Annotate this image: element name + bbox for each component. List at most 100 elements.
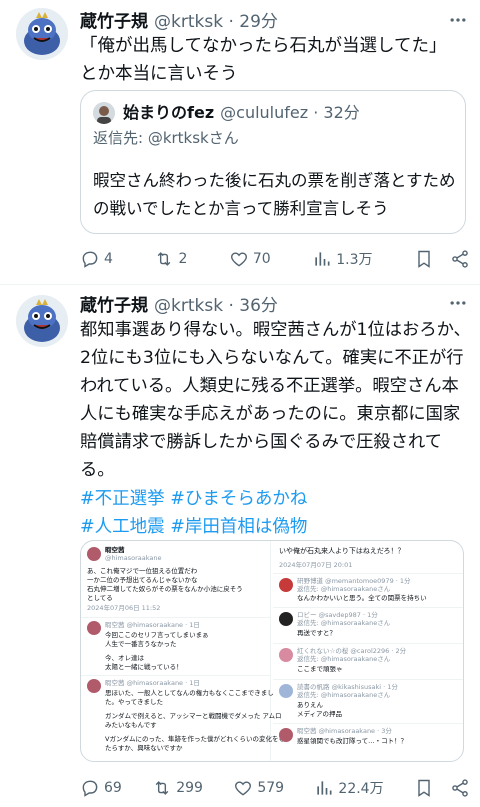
retweet-count: 299	[176, 780, 203, 796]
quote-author-name: 始まりのfez	[123, 103, 215, 122]
monster-avatar-icon	[16, 295, 68, 347]
analytics-icon	[317, 781, 332, 795]
author-avatar[interactable]	[16, 8, 68, 60]
share-icon	[452, 250, 468, 268]
avatar-icon	[93, 102, 115, 124]
divider	[273, 723, 463, 724]
reply-button[interactable]: 4	[80, 249, 113, 269]
divider	[273, 607, 463, 608]
retweet-icon	[158, 252, 171, 266]
media-reply-text: ありえん メディアの押品	[297, 701, 343, 718]
tweet-header: 蔵竹子規 @krtksk · 36分	[80, 290, 278, 316]
media-reply-to: 返信先: @himasoraakaneさん	[297, 585, 391, 593]
like-count: 70	[252, 251, 271, 267]
share-button[interactable]	[450, 778, 470, 798]
quote-header: 始まりのfez @cululufez · 32分	[123, 99, 360, 123]
media-post-text: あ、これ俺マジで一位狙える位置だわ 一か二位の予想出てるんじゃないかな 石丸伸二…	[87, 567, 243, 602]
hashtags-line-2[interactable]: #人工地震 #岸田首相は偽物	[80, 513, 472, 541]
quote-reply-to: 返信先: @krtkskさん	[93, 129, 239, 147]
media-right-date: 2024年07月07日 20:01	[279, 561, 353, 569]
more-options-button[interactable]	[446, 8, 470, 32]
attached-image[interactable]: 暇空茜 @himasoraakane あ、これ俺マジで一位狙える位置だわ 一か二…	[80, 540, 464, 762]
view-count: 1.3万	[336, 252, 373, 268]
share-icon	[452, 779, 468, 797]
avatar	[279, 612, 293, 626]
media-reply-to: 返信先: @himasoraakaneさん	[297, 691, 391, 699]
media-reply-text: 今、オレ達は 太陽と一緒に戦っている！	[105, 654, 183, 671]
divider	[273, 573, 463, 574]
reply-count: 4	[104, 251, 113, 267]
author-name[interactable]: 蔵竹子規	[80, 291, 148, 316]
avatar	[87, 621, 101, 635]
media-reply-text: 惑星領関でも改訂隊って…・コト！？	[297, 737, 408, 745]
share-button[interactable]	[450, 249, 470, 269]
author-handle[interactable]: @krtksk · 36分	[154, 291, 278, 316]
tweet-actions: 69 299 579 22.4万	[80, 776, 470, 800]
reply-icon	[82, 780, 98, 797]
retweet-icon	[155, 781, 169, 795]
like-button[interactable]: 579	[233, 778, 284, 798]
divider	[81, 675, 271, 676]
tweet-text: 都知事選あり得ない。暇空茜さんが1位はおろか、2位にも3位にも入らないなんて。確…	[80, 320, 471, 480]
media-reply-header: 暇空茜 @himasoraakane · 1日	[105, 621, 200, 629]
quote-text: 暇空さん終わった後に石丸の票を削ぎ落とすための戦いでしたとか言って勝利宣言しそう	[93, 171, 456, 218]
tweet-1[interactable]: 蔵竹子規 @krtksk · 29分 「俺が出馬してなかったら石丸が当選してた」…	[0, 0, 480, 290]
bookmark-button[interactable]	[414, 778, 434, 798]
view-count: 22.4万	[338, 781, 384, 797]
media-reply-text: 再送ですと？	[297, 629, 336, 637]
analytics-icon	[315, 252, 330, 266]
media-reply-to: 返信先: @himasoraakaneさん	[297, 619, 391, 627]
media-reply-text: ここまで頑張ゃ	[297, 665, 343, 673]
heart-icon	[230, 252, 247, 267]
media-reply-header: 暇空茜 @himasoraakane · 1日	[105, 679, 200, 687]
media-post-date: 2024年07月06日 11:52	[87, 604, 161, 612]
quote-author-avatar	[93, 102, 115, 124]
like-count: 579	[257, 780, 285, 796]
retweet-count: 2	[178, 251, 188, 267]
quoted-tweet[interactable]: 始まりのfez @cululufez · 32分 返信先: @krtkskさん …	[80, 90, 466, 234]
tweet-header: 蔵竹子規 @krtksk · 29分	[80, 6, 278, 32]
media-reply-header: 暇空茜 @himasoraakane · 3分	[297, 727, 392, 735]
media-right-title: いや俺が石丸来人より下はねえだろ！？	[279, 547, 405, 555]
views-button[interactable]: 22.4万	[314, 778, 384, 798]
more-icon	[450, 18, 466, 22]
retweet-button[interactable]: 2	[154, 249, 187, 269]
monster-avatar-icon	[16, 8, 68, 60]
media-reply-text: 思ほいた、一般人としてなんの権力もなくここまできまし た。やってきました	[105, 689, 274, 706]
author-avatar[interactable]	[16, 295, 68, 347]
divider	[81, 617, 271, 618]
media-reply-text: 今回ここのセリフ言ってしまいまぁ 人生で一番言うなかった	[105, 631, 209, 648]
avatar	[279, 648, 293, 662]
author-handle[interactable]: @krtksk · 29分	[154, 7, 278, 32]
like-button[interactable]: 70	[229, 249, 271, 269]
divider	[273, 643, 463, 644]
author-name[interactable]: 蔵竹子規	[80, 7, 148, 32]
avatar	[279, 684, 293, 698]
more-icon	[450, 301, 466, 305]
media-right-panel: いや俺が石丸来人より下はねえだろ！？ 2024年07月07日 20:01 研野博…	[273, 541, 463, 761]
retweet-button[interactable]: 299	[152, 778, 203, 798]
media-reply-text: なんかわかいいと思う。全ての関票を持ちい	[297, 594, 427, 602]
media-reply-text: Vガンダムにのった、隼跡を作った僕がどれくらいの変化をも たらすか、興味ないです…	[105, 735, 285, 752]
media-left-panel: 暇空茜 @himasoraakane あ、これ俺マジで一位狙える位置だわ 一か二…	[81, 541, 285, 761]
quote-author-handle: @cululufez · 32分	[220, 103, 360, 122]
heart-icon	[235, 781, 252, 796]
divider	[273, 679, 463, 680]
more-options-button[interactable]	[446, 291, 470, 315]
reply-icon	[82, 251, 98, 268]
avatar	[87, 547, 101, 561]
media-post-handle: @himasoraakane	[105, 554, 162, 562]
bookmark-button[interactable]	[414, 249, 434, 269]
media-reply-text: ガンダムで例えると、アッシマーと戦闘機でダメった アムロ みたいなもんです	[105, 712, 282, 729]
tweet-actions: 4 2 70 1.3万	[80, 247, 470, 271]
bookmark-icon	[418, 779, 430, 797]
tweet-text: 「俺が出馬してなかったら石丸が当選してた」 とか本当に言いそう	[80, 36, 447, 84]
media-reply-to: 返信先: @himasoraakaneさん	[297, 655, 391, 663]
bookmark-icon	[418, 250, 430, 268]
avatar	[279, 578, 293, 592]
views-button[interactable]: 1.3万	[312, 249, 372, 269]
reply-count: 69	[104, 780, 122, 796]
avatar	[87, 679, 101, 693]
hashtags-line-1[interactable]: #不正選挙 #ひまそらあかね	[80, 485, 472, 513]
reply-button[interactable]: 69	[80, 778, 122, 798]
